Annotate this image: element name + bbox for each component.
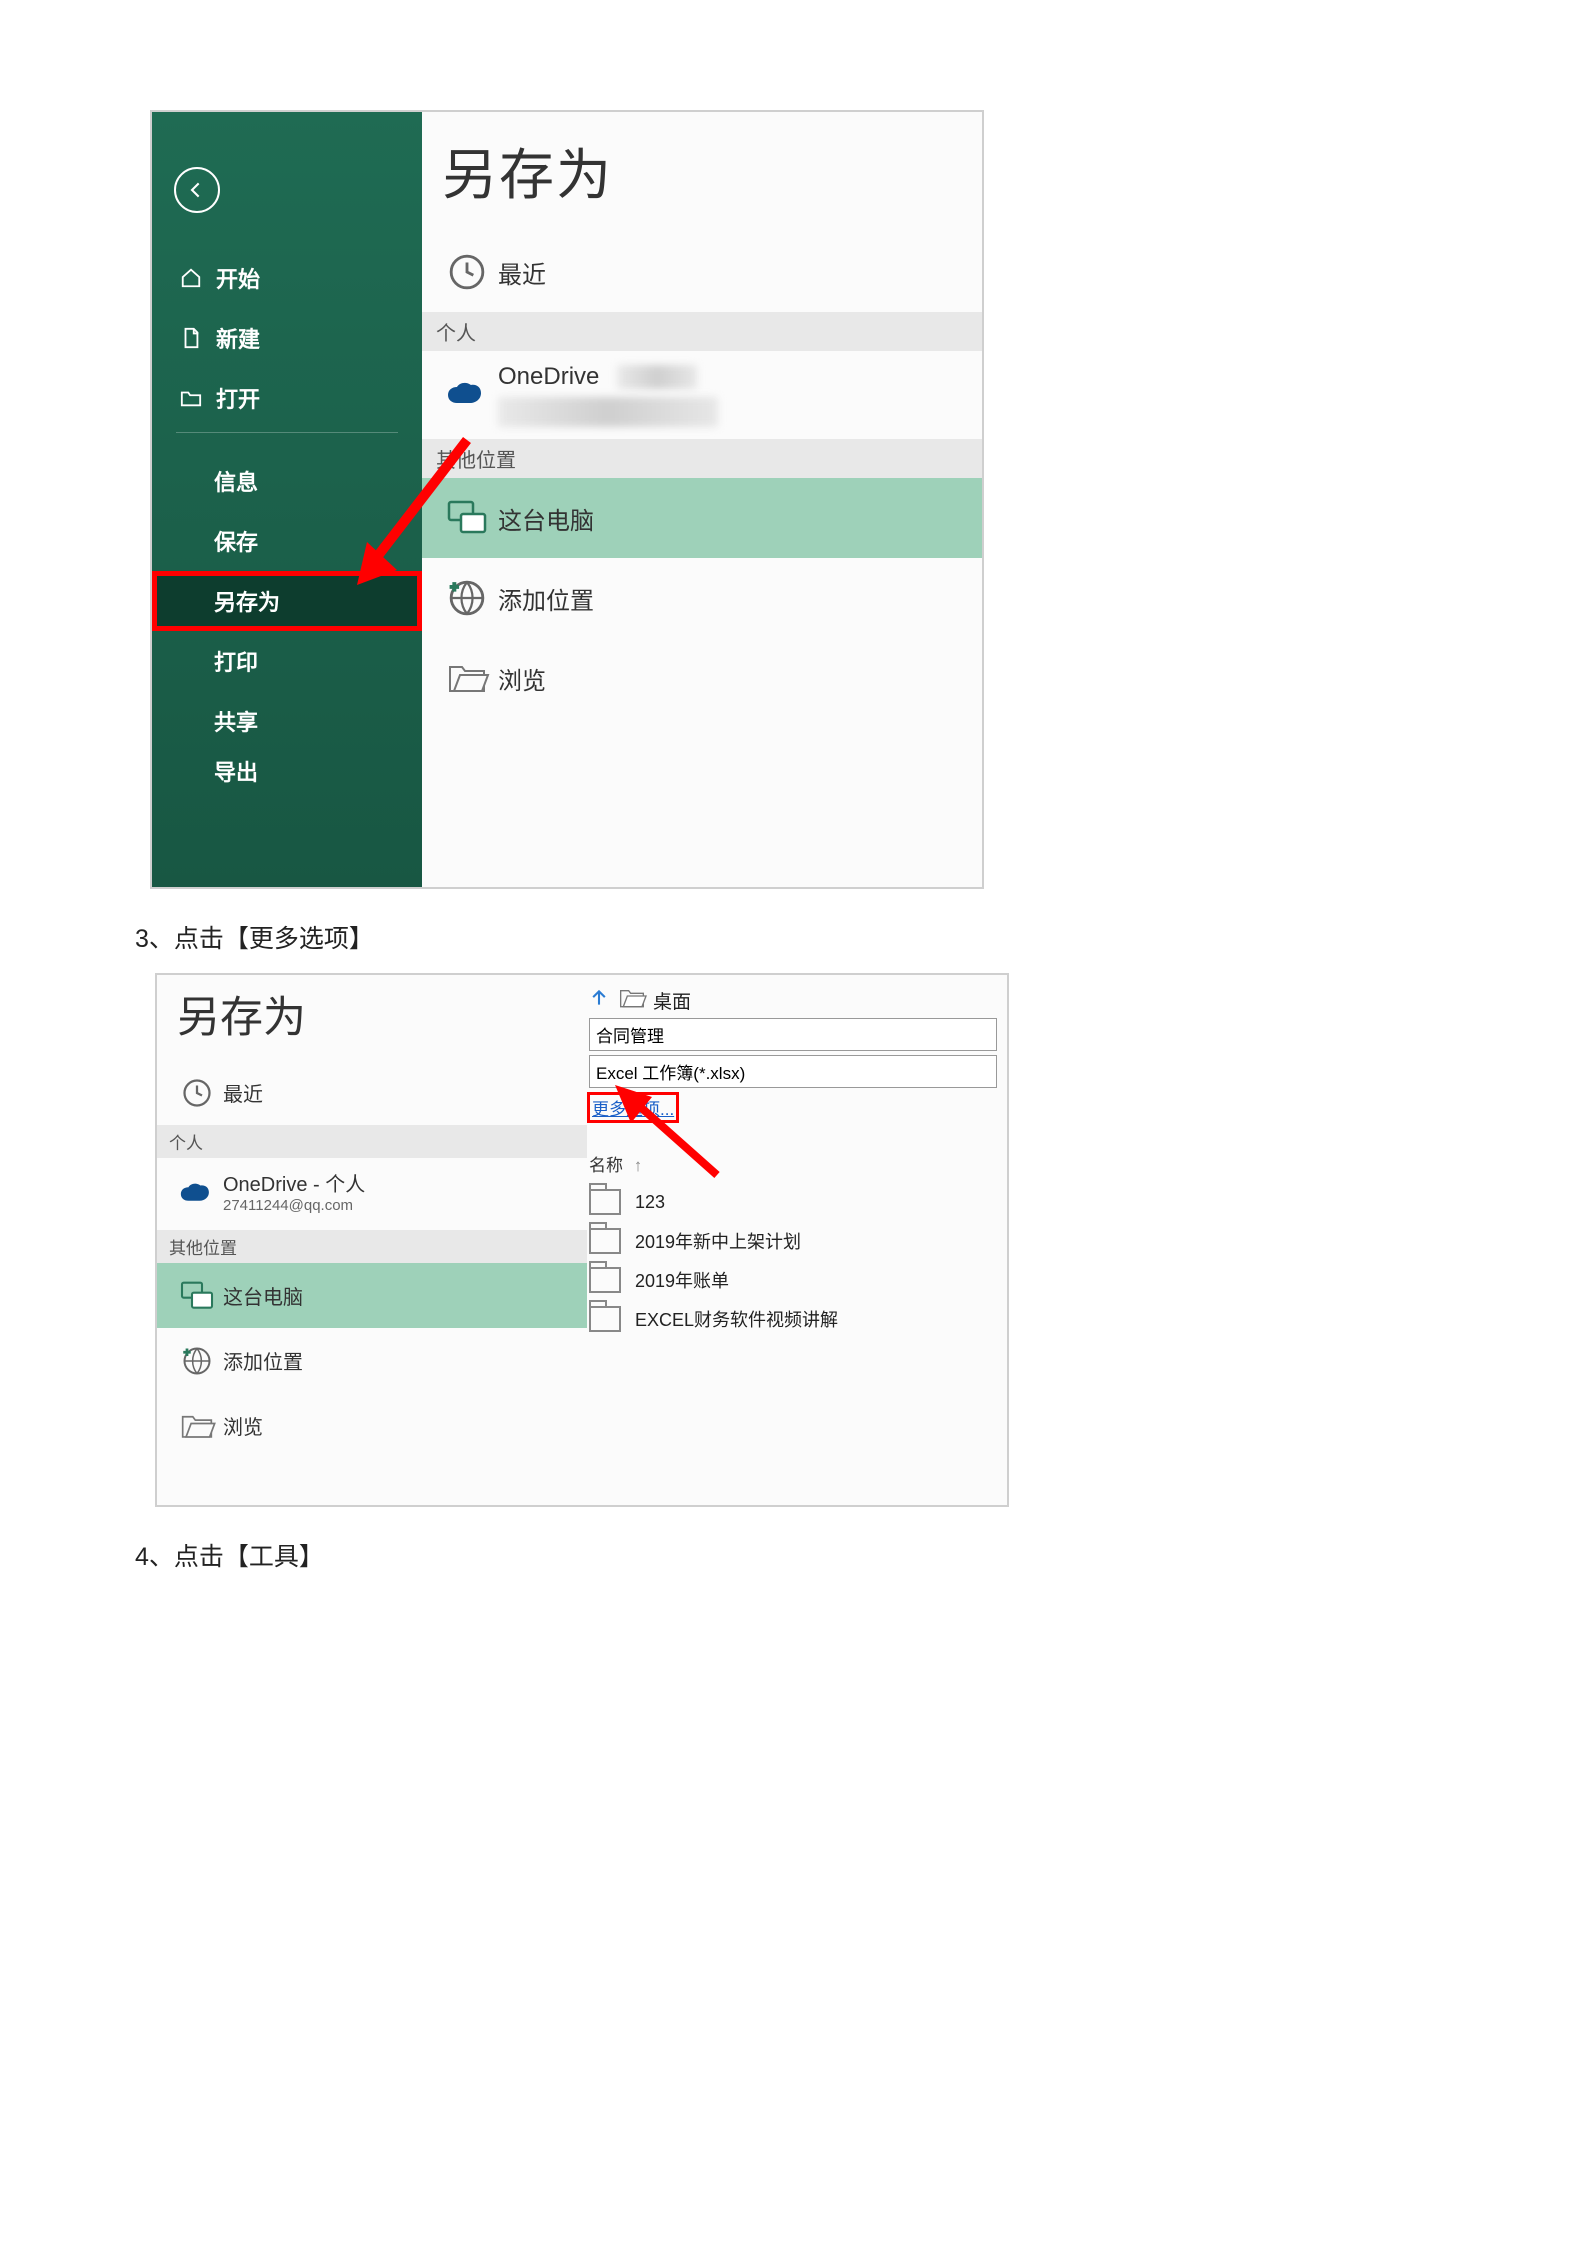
sidebar-divider [176, 432, 398, 433]
onedrive-account: 27411244@qq.com [223, 1197, 365, 1215]
add-location-icon [436, 579, 498, 617]
folder-name: 2019年账单 [635, 1267, 729, 1293]
location-label: 最近 [498, 255, 546, 290]
screenshot-saveas-moreoptions: 另存为 最近 个人 OneDrive - 个人 27411244@qq.com … [155, 973, 1009, 1507]
folder-row[interactable]: EXCEL财务软件视频讲解 [589, 1306, 997, 1332]
location-add[interactable]: 添加位置 [422, 558, 982, 638]
location-add[interactable]: 添加位置 [157, 1328, 587, 1393]
this-pc-icon [171, 1281, 223, 1311]
onedrive-icon [171, 1182, 223, 1206]
filename-input[interactable]: 合同管理 [589, 1018, 997, 1051]
filetype-select[interactable]: Excel 工作簿(*.xlsx) [589, 1055, 997, 1088]
location-label: 浏览 [498, 661, 546, 696]
step-3-caption: 3、点击【更多选项】 [135, 919, 1452, 955]
breadcrumb[interactable]: 桌面 [589, 987, 997, 1014]
more-options-link[interactable]: 更多选项... [589, 1094, 677, 1121]
sidebar-item-label: 保存 [214, 525, 258, 557]
step-4-caption: 4、点击【工具】 [135, 1537, 1452, 1573]
location-recent[interactable]: 最近 [157, 1060, 587, 1125]
folder-name: EXCEL财务软件视频讲解 [635, 1306, 838, 1332]
backstage-sidebar: 开始 新建 打开 信息 保存 另存为 [152, 112, 422, 887]
sidebar-item-label: 新建 [216, 322, 260, 354]
sidebar-item-save[interactable]: 保存 [152, 511, 422, 571]
saveas-main-panel: 另存为 最近 个人 OneDrive [422, 112, 982, 887]
column-header-name[interactable]: 名称 ↑ [589, 1151, 997, 1176]
sidebar-item-label: 信息 [214, 465, 258, 497]
sidebar-item-print[interactable]: 打印 [152, 631, 422, 691]
add-location-icon [171, 1346, 223, 1376]
folder-icon [589, 1228, 621, 1254]
sidebar-item-new[interactable]: 新建 [152, 308, 422, 368]
sidebar-item-info[interactable]: 信息 [152, 451, 422, 511]
sidebar-item-label: 共享 [214, 705, 258, 737]
folder-row[interactable]: 123 [589, 1189, 997, 1215]
location-onedrive[interactable]: OneDrive [422, 351, 982, 439]
blurred-text [617, 365, 697, 389]
breadcrumb-path: 桌面 [653, 987, 691, 1014]
folder-icon [589, 1306, 621, 1332]
section-header-personal: 个人 [422, 312, 982, 351]
this-pc-icon [436, 500, 498, 536]
sidebar-item-label: 另存为 [214, 585, 280, 617]
back-button[interactable] [174, 167, 220, 213]
location-this-pc[interactable]: 这台电脑 [157, 1263, 587, 1328]
location-label: 浏览 [223, 1411, 263, 1440]
arrow-left-icon [187, 180, 207, 200]
location-browse[interactable]: 浏览 [422, 638, 982, 718]
location-browse[interactable]: 浏览 [157, 1393, 587, 1458]
folder-name: 123 [635, 1192, 665, 1213]
new-doc-icon [180, 327, 202, 349]
section-header-other: 其他位置 [157, 1230, 587, 1263]
sidebar-item-saveas[interactable]: 另存为 [152, 571, 422, 631]
home-icon [180, 267, 202, 289]
open-folder-icon [180, 387, 202, 409]
sort-asc-icon: ↑ [634, 1156, 643, 1175]
browse-folder-icon [171, 1413, 223, 1439]
section-header-other: 其他位置 [422, 439, 982, 478]
location-this-pc[interactable]: 这台电脑 [422, 478, 982, 558]
location-label: 这台电脑 [498, 501, 594, 536]
sidebar-item-label: 打开 [216, 382, 260, 414]
sidebar-item-export[interactable]: 导出 [152, 751, 422, 791]
location-label: OneDrive [498, 363, 599, 391]
location-label: 添加位置 [498, 581, 594, 616]
sidebar-item-share[interactable]: 共享 [152, 691, 422, 751]
screenshot-saveas-backstage: 开始 新建 打开 信息 保存 另存为 [150, 110, 984, 889]
onedrive-title: OneDrive - 个人 [223, 1173, 365, 1197]
location-onedrive[interactable]: OneDrive - 个人 27411244@qq.com [157, 1158, 587, 1230]
up-arrow-icon[interactable] [589, 988, 609, 1013]
sidebar-item-label: 打印 [214, 645, 258, 677]
folder-icon [589, 1267, 621, 1293]
folder-row[interactable]: 2019年新中上架计划 [589, 1228, 997, 1254]
sidebar-item-home[interactable]: 开始 [152, 248, 422, 308]
folder-icon [589, 1189, 621, 1215]
sidebar-item-label: 开始 [216, 262, 260, 294]
page-title: 另存为 [177, 983, 587, 1045]
sidebar-item-open[interactable]: 打开 [152, 368, 422, 428]
browse-folder-icon [436, 663, 498, 693]
page-title: 另存为 [442, 130, 982, 210]
folder-open-icon [619, 988, 645, 1013]
location-label: 添加位置 [223, 1346, 303, 1375]
clock-icon [436, 253, 498, 291]
onedrive-icon [436, 381, 498, 409]
location-recent[interactable]: 最近 [422, 232, 982, 312]
saveas-locations-panel: 另存为 最近 个人 OneDrive - 个人 27411244@qq.com … [157, 975, 587, 1505]
location-label: 最近 [223, 1078, 263, 1107]
saveas-detail-panel: 桌面 合同管理 Excel 工作簿(*.xlsx) 更多选项... 名称 ↑ 1… [587, 975, 1007, 1505]
folder-row[interactable]: 2019年账单 [589, 1267, 997, 1293]
blurred-text [498, 397, 718, 427]
section-header-personal: 个人 [157, 1125, 587, 1158]
folder-name: 2019年新中上架计划 [635, 1228, 801, 1254]
location-label: 这台电脑 [223, 1281, 303, 1310]
sidebar-item-label: 导出 [214, 755, 258, 787]
clock-icon [171, 1078, 223, 1108]
